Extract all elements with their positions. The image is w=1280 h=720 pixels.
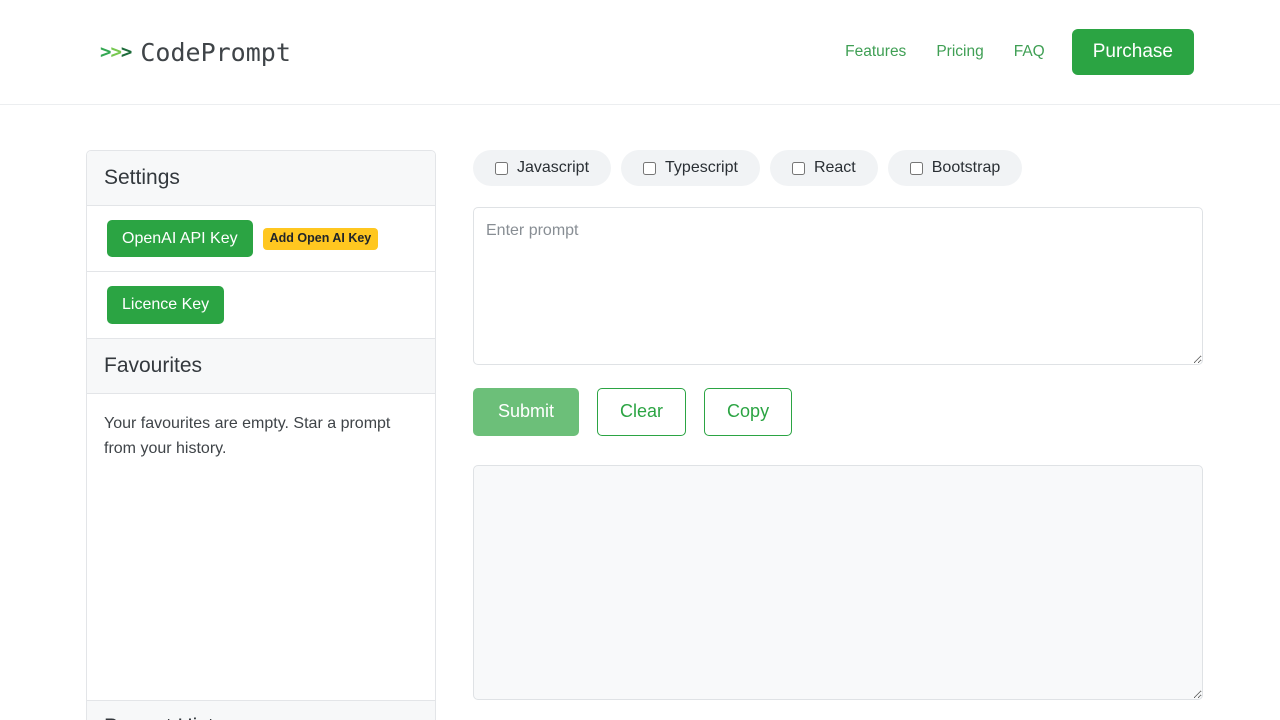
language-options: Javascript Typescript React Bootstrap [473,150,1202,186]
submit-button[interactable]: Submit [473,388,580,436]
option-bootstrap[interactable]: Bootstrap [887,150,1023,186]
purchase-button[interactable]: Purchase [1071,28,1194,76]
action-buttons: Submit Clear Copy [473,388,1202,436]
settings-licence-row: Licence Key [87,272,435,339]
option-react-label: React [813,159,856,176]
licence-key-button[interactable]: Licence Key [107,286,225,324]
site-header: > > > CodePrompt Features Pricing FAQ Purc… [0,0,1280,105]
brand-logo[interactable]: > > > CodePrompt [100,38,291,67]
nav-link-features[interactable]: Features [830,44,921,60]
checkbox-bootstrap[interactable] [909,161,923,175]
option-bootstrap-label: Bootstrap [931,159,1001,176]
main-nav: Features Pricing FAQ Purchase [830,28,1194,76]
openai-api-key-button[interactable]: OpenAI API Key [107,220,253,258]
checkbox-react[interactable] [791,161,805,175]
settings-title: Settings [87,151,435,207]
nav-link-faq[interactable]: FAQ [999,44,1060,60]
option-typescript-label: Typescript [665,159,738,176]
sidebar: Settings OpenAI API Key Add Open AI Key … [86,150,436,720]
favourites-empty-message: Your favourites are empty. Star a prompt… [104,414,391,457]
settings-openai-row: OpenAI API Key Add Open AI Key [87,206,435,273]
add-openai-key-badge: Add Open AI Key [262,227,379,250]
checkbox-javascript[interactable] [495,161,508,175]
option-javascript[interactable]: Javascript [473,150,612,186]
copy-button[interactable]: Copy [704,388,793,436]
option-react[interactable]: React [769,150,878,186]
prompt-history-title: Prompt History [87,699,435,720]
chevrons-icon: > > > [100,40,132,63]
page-body: Settings OpenAI API Key Add Open AI Key … [0,105,1280,720]
brand-name: CodePrompt [140,37,291,67]
favourites-title: Favourites [87,338,435,394]
option-typescript[interactable]: Typescript [621,150,760,186]
chevron-right-icon-2: > [110,40,121,63]
chevron-right-icon-3: > [120,40,132,63]
checkbox-typescript[interactable] [643,161,657,175]
output-area[interactable] [473,464,1203,700]
chevron-right-icon-1: > [100,40,111,63]
clear-button[interactable]: Clear [597,388,687,436]
prompt-input[interactable] [473,207,1203,365]
nav-link-pricing[interactable]: Pricing [921,44,998,60]
option-javascript-label: Javascript [517,159,590,176]
main-content: Javascript Typescript React Bootstrap Su… [473,150,1203,700]
